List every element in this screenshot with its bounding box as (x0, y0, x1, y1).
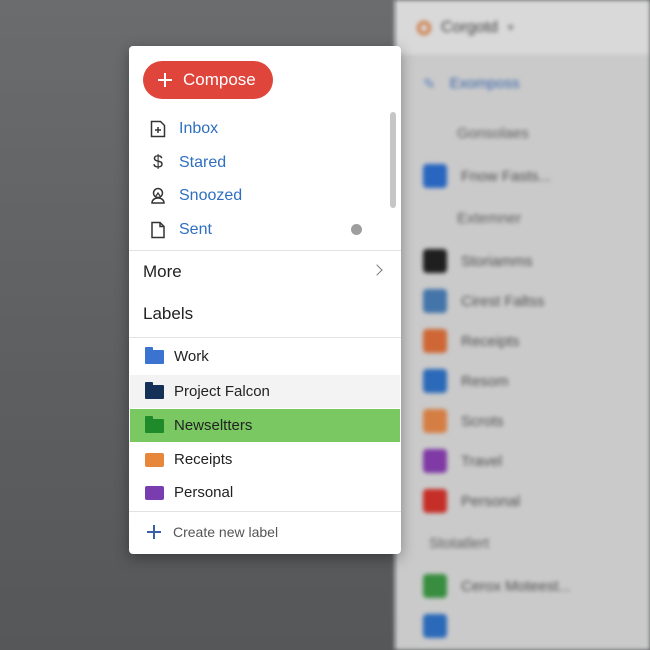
snooze-icon (148, 186, 168, 206)
chevron-right-icon (371, 264, 383, 276)
nav-item-label: Sent (179, 220, 212, 238)
more-item[interactable]: More (129, 252, 401, 292)
label-item-label: Personal (174, 484, 234, 501)
more-label: More (143, 262, 182, 281)
background-overlay (395, 0, 650, 650)
nav-item-label: Stared (179, 153, 227, 171)
inbox-icon (148, 119, 168, 139)
nav-item-inbox[interactable]: Inbox (129, 112, 387, 145)
label-item-label: Project Falcon (174, 383, 270, 400)
plus-icon (147, 525, 161, 539)
compose-label: Compose (183, 70, 256, 89)
create-new-label-text: Create new label (173, 524, 279, 540)
dollar-icon: $ (152, 152, 163, 172)
unread-dot (351, 224, 362, 235)
folder-icon (145, 346, 164, 364)
divider (129, 250, 401, 251)
label-item-newsletters[interactable]: Newseltters (130, 409, 400, 442)
divider (129, 337, 401, 338)
compose-button[interactable]: Compose (143, 61, 273, 99)
create-new-label-button[interactable]: Create new label (129, 514, 401, 550)
label-item-label: Newseltters (174, 417, 253, 434)
nav-item-snoozed[interactable]: Snoozed (129, 179, 387, 212)
tag-icon (145, 485, 164, 500)
labels-heading: Labels (143, 304, 194, 323)
nav-item-stared[interactable]: $ Stared (129, 146, 387, 179)
label-item-label: Work (174, 348, 209, 365)
folder-icon (145, 415, 164, 433)
nav-item-label: Snoozed (179, 186, 243, 204)
document-icon (148, 220, 168, 240)
navigation-menu: Compose Inbox $ Stared Snoozed Sent More… (129, 46, 401, 554)
scrollbar-thumb[interactable] (390, 112, 396, 208)
nav-item-label: Inbox (179, 119, 219, 137)
label-item-personal[interactable]: Personal (130, 476, 400, 509)
nav-item-sent[interactable]: Sent (129, 213, 387, 246)
plus-icon (158, 73, 172, 87)
label-item-label: Receipts (174, 451, 233, 468)
divider (129, 511, 401, 512)
label-item-receipts[interactable]: Receipts (130, 443, 400, 476)
folder-icon (145, 381, 164, 399)
tag-icon (145, 452, 164, 467)
label-item-work[interactable]: Work (130, 340, 400, 373)
label-item-project-falcon[interactable]: Project Falcon (130, 375, 400, 408)
